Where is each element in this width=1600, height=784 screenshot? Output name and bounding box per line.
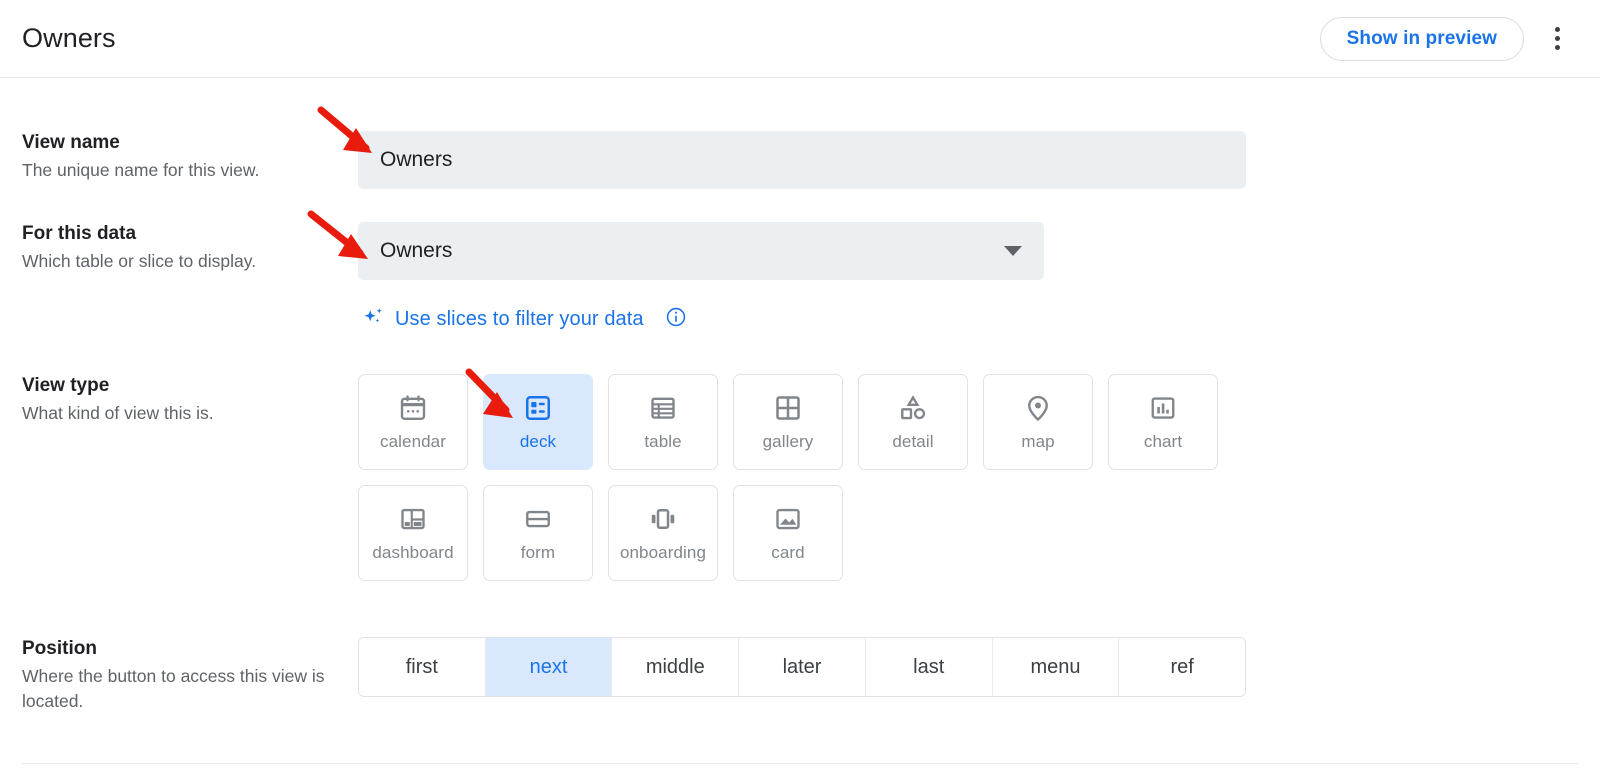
view-type-tile-label: map [1021,432,1054,452]
use-slices-link[interactable]: Use slices to filter your data [362,305,687,334]
view-type-tile-label: dashboard [372,543,453,563]
view-type-tile-label: onboarding [620,543,706,563]
deck-icon [523,393,553,423]
image-card-icon [773,504,803,534]
more-vert-icon[interactable] [1538,17,1576,61]
view-name-description: The unique name for this view. [22,158,342,183]
section-divider [22,763,1578,764]
view-type-tile-label: detail [892,432,933,452]
view-type-tile-label: gallery [763,432,814,452]
calendar-icon [398,393,428,423]
view-type-gallery-tile[interactable]: gallery [733,374,843,470]
for-this-data-row: For this data Which table or slice to di… [0,222,1600,334]
view-type-card-tile[interactable]: card [733,485,843,581]
table-icon [648,393,678,423]
app-header: Owners Show in preview [0,0,1600,78]
for-this-data-value: Owners [380,239,452,263]
view-type-chart-tile[interactable]: chart [1108,374,1218,470]
gallery-icon [773,393,803,423]
view-name-label: View name [22,131,342,155]
shapes-icon [898,393,928,423]
view-type-tile-label: chart [1144,432,1182,452]
view-type-calendar-tile[interactable]: calendar [358,374,468,470]
for-this-data-description: Which table or slice to display. [22,249,342,274]
position-label: Position [22,637,342,661]
view-type-tile-label: calendar [380,432,446,452]
page-title: Owners [22,23,116,54]
position-option-middle[interactable]: middle [612,638,739,696]
view-name-field-wrap [358,131,1600,189]
for-this-data-select[interactable]: Owners [358,222,1044,280]
view-type-tile-label: table [644,432,681,452]
info-icon[interactable] [665,306,687,333]
use-slices-label: Use slices to filter your data [395,308,644,331]
form-icon [523,504,553,534]
position-segmented-control: first next middle later last menu ref [358,637,1246,697]
chevron-down-icon [1004,246,1022,256]
position-option-first[interactable]: first [359,638,486,696]
view-type-detail-tile[interactable]: detail [858,374,968,470]
position-row: Position Where the button to access this… [0,637,1600,714]
view-type-map-tile[interactable]: map [983,374,1093,470]
view-type-label: View type [22,374,342,398]
dashboard-icon [398,504,428,534]
onboarding-icon [648,504,678,534]
view-type-dashboard-tile[interactable]: dashboard [358,485,468,581]
view-type-deck-tile[interactable]: deck [483,374,593,470]
show-in-preview-button[interactable]: Show in preview [1320,17,1524,61]
settings-form: View name The unique name for this view.… [0,131,1600,714]
position-option-ref[interactable]: ref [1119,638,1245,696]
view-type-options: calendar deck [358,374,1233,581]
position-description: Where the button to access this view is … [22,664,342,714]
view-type-tile-label: form [521,543,555,563]
position-field-wrap: first next middle later last menu ref [358,637,1600,697]
view-type-row: View type What kind of view this is. [0,374,1600,581]
for-this-data-field-wrap: Owners Use slices to filter your data [358,222,1600,334]
view-type-description: What kind of view this is. [22,401,342,426]
for-this-data-label: For this data [22,222,342,246]
position-option-next[interactable]: next [486,638,613,696]
position-option-later[interactable]: later [739,638,866,696]
view-name-label-group: View name The unique name for this view. [0,131,358,183]
view-type-table-tile[interactable]: table [608,374,718,470]
view-name-input[interactable] [358,131,1246,189]
view-type-tile-label: card [771,543,804,563]
sparkle-icon [362,305,386,334]
position-option-menu[interactable]: menu [993,638,1120,696]
view-type-field-wrap: calendar deck [358,374,1600,581]
view-type-onboarding-tile[interactable]: onboarding [608,485,718,581]
for-this-data-label-group: For this data Which table or slice to di… [0,222,358,274]
view-type-tile-label: deck [520,432,556,452]
view-type-form-tile[interactable]: form [483,485,593,581]
view-type-label-group: View type What kind of view this is. [0,374,358,426]
bar-chart-icon [1148,393,1178,423]
position-label-group: Position Where the button to access this… [0,637,358,714]
map-pin-icon [1023,393,1053,423]
view-name-row: View name The unique name for this view. [0,131,1600,189]
position-option-last[interactable]: last [866,638,993,696]
